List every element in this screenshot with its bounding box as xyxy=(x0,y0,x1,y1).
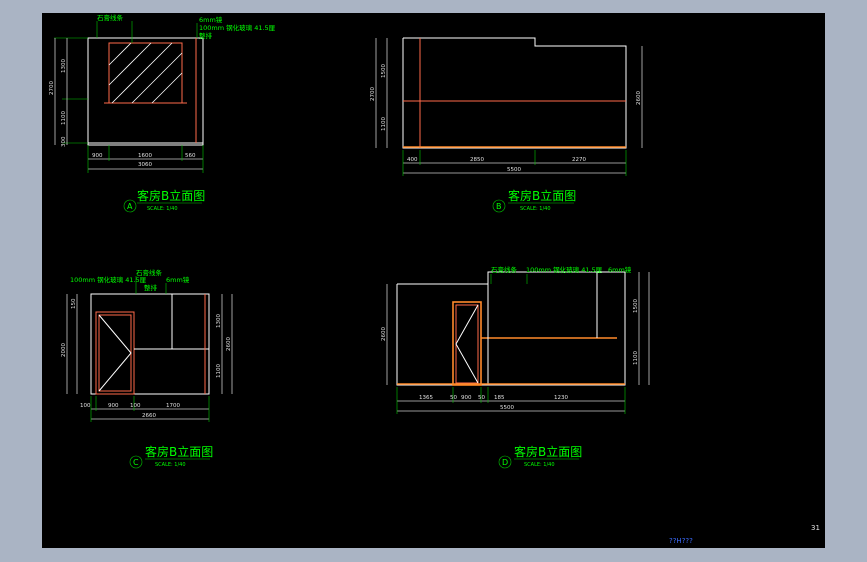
note-c-2: 石膏线条 xyxy=(136,268,163,277)
dim-c-h2: 900 xyxy=(108,403,119,409)
scale-c: SCALE: 1/40 xyxy=(155,462,186,468)
dim-d-v1: 2600 xyxy=(381,327,387,341)
dim-d-h5: 185 xyxy=(494,395,505,401)
scale-a: SCALE: 1/40 xyxy=(147,206,178,212)
dim-a-v2: 1100 xyxy=(61,111,67,125)
elevation-c-door-frame xyxy=(95,311,135,395)
dim-a-v1: 1300 xyxy=(61,59,67,73)
elevation-a: 1300 1100 300 2700 900 1600 560 3060 石膏线… xyxy=(49,13,276,213)
note-a-2: 6mm镜 xyxy=(199,15,223,24)
dim-b-v2: 1100 xyxy=(381,117,387,131)
dim-b-v3: 2700 xyxy=(370,87,376,101)
dim-c-v2: 2000 xyxy=(61,343,67,357)
drawing-sheet: 1300 1100 300 2700 900 1600 560 3060 石膏线… xyxy=(42,13,825,548)
dim-b-h4: 5500 xyxy=(507,167,521,173)
dim-c-h3: 100 xyxy=(130,403,141,409)
title-c: 客房B立面图 xyxy=(145,444,213,459)
dim-b-v4: 2600 xyxy=(636,91,642,105)
dim-c-h5: 2660 xyxy=(142,413,156,419)
note-a-3: 100mm 钢化玻璃 41.5厘 xyxy=(199,23,276,32)
dim-a-h1: 900 xyxy=(92,153,103,159)
dim-c-v4: 1100 xyxy=(216,364,222,378)
mirror-hatch xyxy=(108,42,183,104)
title-d: 客房B立面图 xyxy=(514,444,582,459)
dim-a-h2: 1600 xyxy=(138,153,152,159)
dim-a-v3: 300 xyxy=(61,136,67,147)
elevation-d-wall-outline xyxy=(396,271,626,386)
dim-b-h3: 2270 xyxy=(572,157,586,163)
note-c-4: 整排 xyxy=(144,283,158,292)
scale-b: SCALE: 1/40 xyxy=(520,206,551,212)
dim-c-h4: 1700 xyxy=(166,403,180,409)
note-a-1: 石膏线条 xyxy=(97,13,124,22)
dim-d-h6: 1230 xyxy=(554,395,568,401)
dim-b-v1: 1500 xyxy=(381,64,387,78)
dim-c-v1: 150 xyxy=(71,298,77,309)
elevation-b: 1500 1100 2700 2600 400 2850 2270 5500 B… xyxy=(370,37,643,213)
dim-c-h1: 100 xyxy=(80,403,91,409)
elevation-c-door-leaf xyxy=(98,314,132,392)
dim-d-h2: 50 xyxy=(450,395,457,401)
dim-b-h2: 2850 xyxy=(470,157,484,163)
cad-drawing: 1300 1100 300 2700 900 1600 560 3060 石膏线… xyxy=(49,13,820,545)
note-d-3: 6mm镜 xyxy=(608,265,632,274)
marker-c: C xyxy=(133,458,139,467)
dim-c-v5: 2600 xyxy=(226,337,232,351)
dim-c-v3: 1300 xyxy=(216,314,222,328)
marker-b: B xyxy=(496,202,502,211)
sheet-number: 31 xyxy=(811,524,820,532)
dim-d-v2: 1500 xyxy=(633,299,639,313)
elevation-d-door-leaf xyxy=(455,304,479,384)
dim-d-h7: 5500 xyxy=(500,405,514,411)
dim-d-h3: 900 xyxy=(461,395,472,401)
dim-d-v3: 1100 xyxy=(633,351,639,365)
elevation-d: 2600 1500 1100 1365 50 900 50 185 1230 5… xyxy=(381,265,650,469)
note-d-2: 100mm 钢化玻璃 41.5厘 xyxy=(526,265,603,274)
elevation-a-wall-outline xyxy=(87,37,204,146)
marker-d: D xyxy=(502,458,508,467)
elevation-b-wall-outline xyxy=(402,37,627,149)
title-b: 客房B立面图 xyxy=(508,188,576,203)
elevation-d-door-frame xyxy=(452,301,482,386)
footer-text: ??H??? xyxy=(669,537,693,545)
dim-b-h1: 400 xyxy=(407,157,418,163)
title-a: 客房B立面图 xyxy=(137,188,205,203)
elevation-c: 150 2000 1300 1100 2600 100 900 100 1700… xyxy=(61,268,233,469)
door-swing-d xyxy=(455,304,479,384)
scale-d: SCALE: 1/40 xyxy=(524,462,555,468)
note-c-3: 6mm镜 xyxy=(166,275,190,284)
dim-a-v4: 2700 xyxy=(49,81,55,95)
dim-d-h1: 1365 xyxy=(419,395,433,401)
note-d-1: 石膏线条 xyxy=(491,265,518,274)
door-swing xyxy=(98,314,132,392)
dim-a-h3: 560 xyxy=(185,153,196,159)
dim-d-h4: 50 xyxy=(478,395,485,401)
dim-a-h4: 3060 xyxy=(138,162,152,168)
marker-a: A xyxy=(127,202,133,211)
note-a-4: 整排 xyxy=(199,31,213,40)
elevation-a-mirror-frame xyxy=(108,42,183,104)
